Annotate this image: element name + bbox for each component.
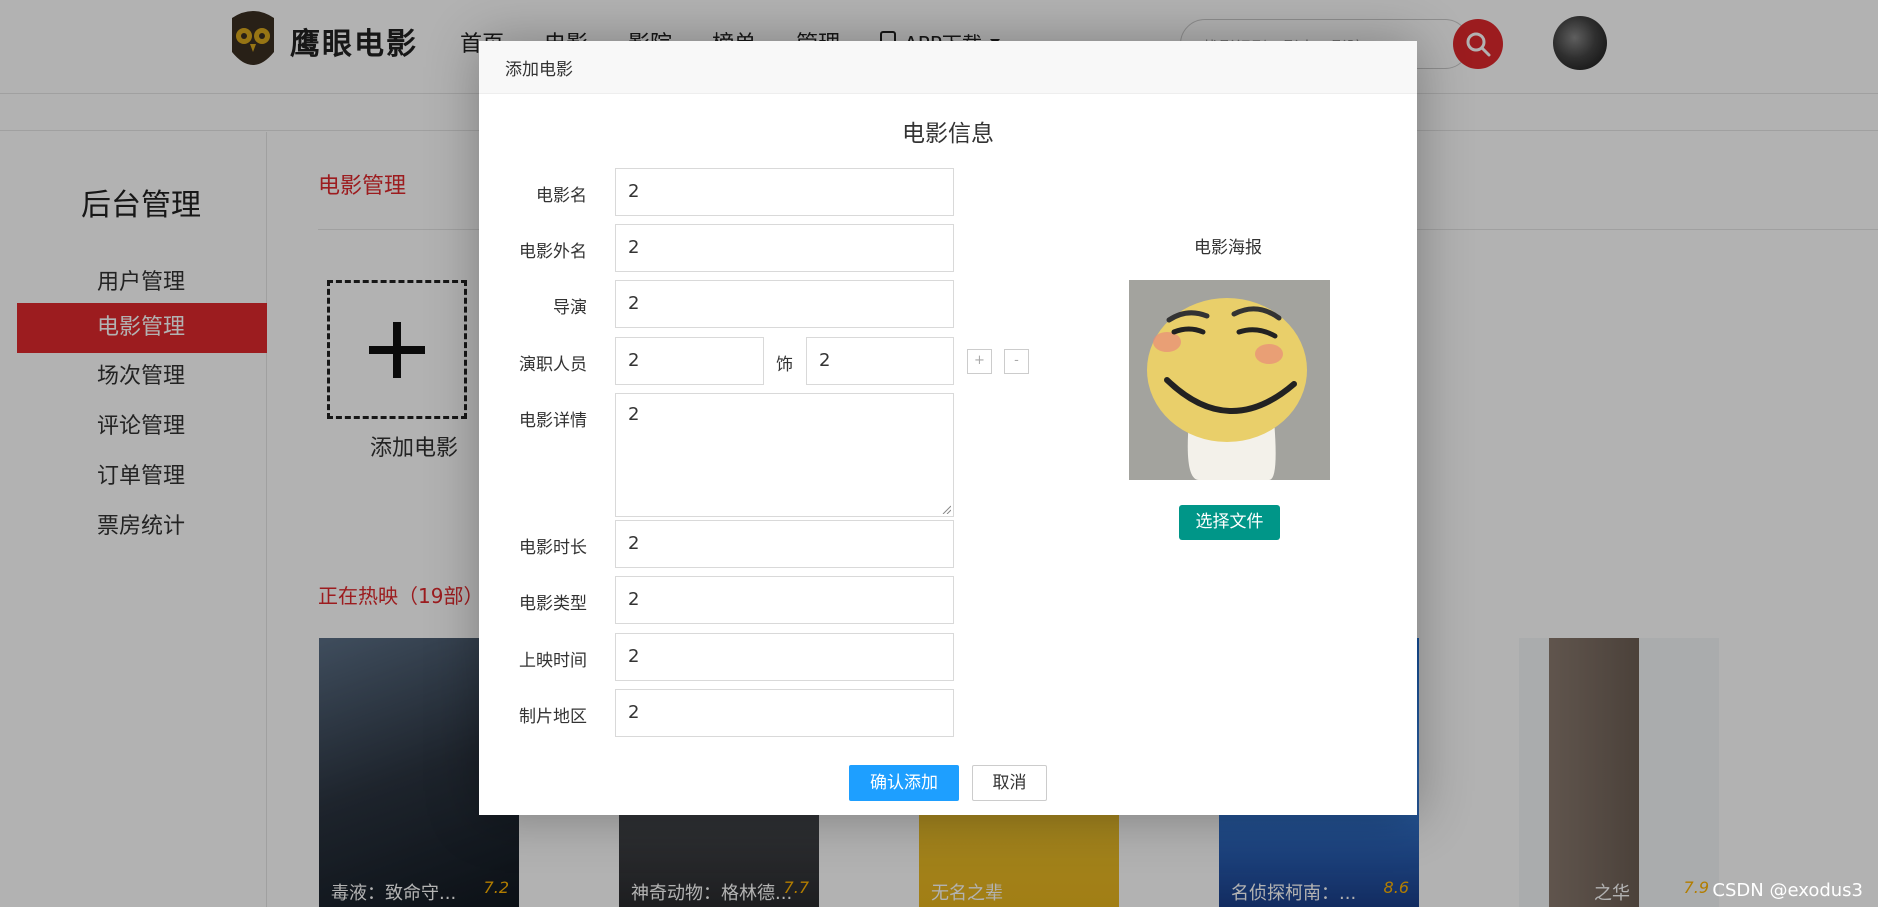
duration-input[interactable]: 2: [615, 520, 954, 568]
director-input[interactable]: 2: [615, 280, 954, 328]
movie-name-input[interactable]: 2: [615, 168, 954, 216]
movie-type-input[interactable]: 2: [615, 576, 954, 624]
field-label: 上映时间: [519, 651, 587, 671]
cancel-button[interactable]: 取消: [972, 765, 1047, 801]
confirm-add-button[interactable]: 确认添加: [849, 765, 959, 801]
choose-file-button[interactable]: 选择文件: [1179, 505, 1280, 540]
add-movie-dialog: 添加电影 电影信息 电影名 2 电影外名 2 导演 2 演职人员 2 饰 2 +…: [479, 41, 1417, 815]
release-date-input[interactable]: 2: [615, 633, 954, 681]
field-label: 电影外名: [519, 242, 587, 262]
region-input[interactable]: 2: [615, 689, 954, 737]
add-cast-button[interactable]: +: [967, 349, 992, 374]
field-label: 制片地区: [519, 707, 587, 727]
actor-input[interactable]: 2: [615, 337, 764, 385]
dialog-title: 添加电影: [479, 41, 1417, 94]
resize-grip-icon[interactable]: [941, 504, 951, 514]
movie-detail-textarea[interactable]: 2: [615, 393, 954, 517]
remove-cast-button[interactable]: -: [1004, 349, 1029, 374]
role-label: 饰: [776, 355, 793, 375]
textarea-value: 2: [628, 404, 640, 425]
watermark: CSDN @exodus3: [1712, 880, 1863, 901]
field-label: 电影类型: [519, 594, 587, 614]
poster-preview-image: [1129, 280, 1330, 480]
field-label: 电影时长: [519, 538, 587, 558]
poster-title: 电影海报: [1194, 238, 1262, 258]
role-input[interactable]: 2: [806, 337, 954, 385]
field-label: 电影名: [536, 186, 587, 206]
field-label: 导演: [553, 298, 587, 318]
form-title: 电影信息: [902, 121, 994, 147]
foreign-name-input[interactable]: 2: [615, 224, 954, 272]
field-label: 演职人员: [519, 355, 587, 375]
field-label: 电影详情: [519, 411, 587, 431]
